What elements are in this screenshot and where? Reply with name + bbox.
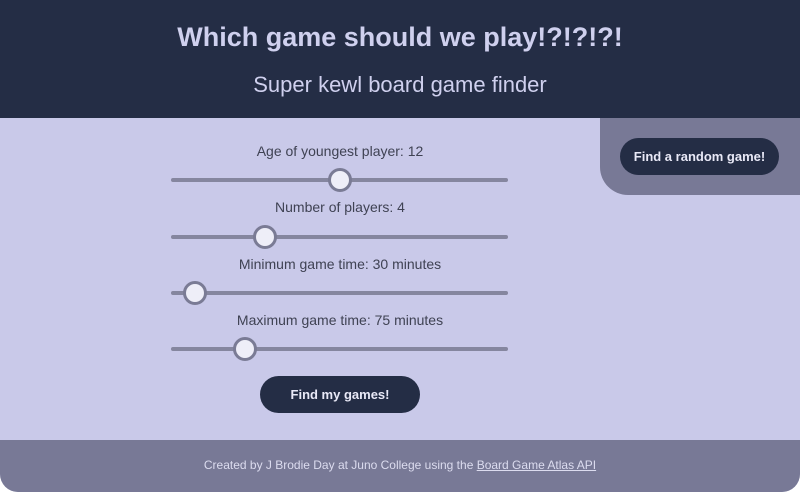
slider-track-max-time[interactable] [171,337,508,361]
header: Which game should we play!?!?!?! Super k… [0,0,800,118]
random-game-panel: Find a random game! [600,118,800,195]
find-random-game-button[interactable]: Find a random game! [620,138,779,175]
slider-thumb-min-time[interactable] [182,281,207,305]
slider-track-players[interactable] [171,225,508,249]
slider-track-age[interactable] [171,168,508,192]
page-subtitle: Super kewl board game finder [253,72,547,97]
board-game-atlas-api-link[interactable]: Board Game Atlas API [477,458,596,472]
footer-credit-text: Created by J Brodie Day at Juno College … [203,458,477,472]
page-title: Which game should we play!?!?!?! [177,22,623,52]
footer-credit: Created by J Brodie Day at Juno College … [0,458,800,472]
slider-track-min-time[interactable] [171,281,508,305]
find-my-games-button[interactable]: Find my games! [260,376,420,413]
slider-thumb-age[interactable] [327,168,352,192]
footer: Created by J Brodie Day at Juno College … [0,440,800,492]
slider-thumb-max-time[interactable] [233,337,258,361]
slider-label-min-time: Minimum game time: 30 minutes [238,256,442,272]
page: Which game should we play!?!?!?! Super k… [0,0,800,492]
slider-thumb-players[interactable] [253,225,278,249]
slider-label-max-time: Maximum game time: 75 minutes [236,312,444,328]
slider-label-players: Number of players: 4 [275,199,405,215]
slider-label-age: Age of youngest player: 12 [256,143,424,159]
